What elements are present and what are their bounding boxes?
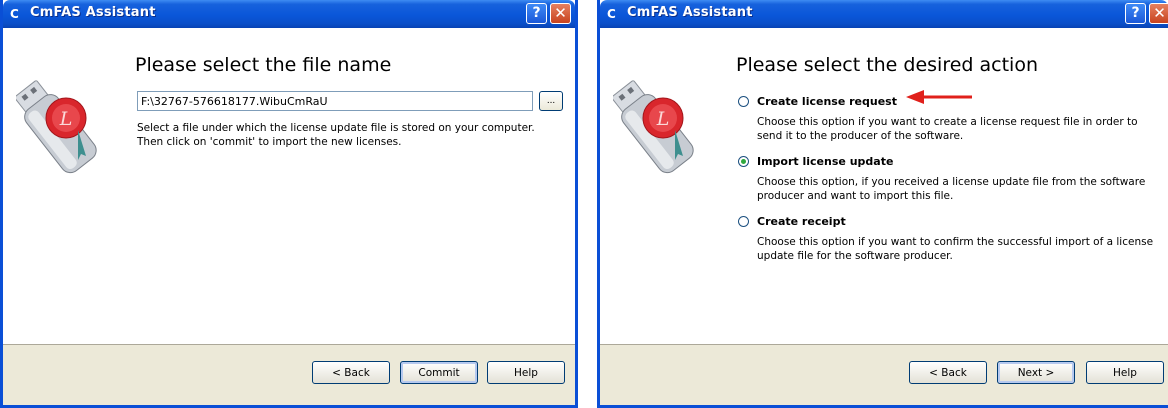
import-license-update-radio[interactable] [738, 156, 749, 167]
option-description: Choose this option if you want to confir… [757, 236, 1154, 262]
commit-button[interactable]: Commit [400, 361, 478, 384]
next-button[interactable]: Next > [997, 361, 1075, 384]
close-icon[interactable]: ✕ [550, 3, 571, 24]
button-bar: < Back Next > Help [600, 344, 1168, 405]
page-title: Please select the file name [135, 54, 392, 76]
help-button[interactable]: Help [1086, 361, 1164, 384]
window-title: CmFAS Assistant [627, 5, 753, 20]
title-bar[interactable]: C CmFAS Assistant ? ✕ [600, 0, 1168, 28]
svg-text:L: L [59, 108, 73, 130]
action-select-dialog: C CmFAS Assistant ? ✕ L Please select th… [597, 0, 1168, 408]
red-arrow-icon [906, 90, 972, 104]
file-select-dialog: C CmFAS Assistant ? ✕ L Please select th… [0, 0, 578, 408]
back-button[interactable]: < Back [312, 361, 390, 384]
file-row: ... [137, 91, 563, 111]
back-button[interactable]: < Back [909, 361, 987, 384]
usb-key-seal-icon: L [16, 80, 97, 174]
help-icon[interactable]: ? [1125, 3, 1146, 24]
app-icon: C [10, 7, 19, 21]
help-button[interactable]: Help [487, 361, 565, 384]
usb-key-seal-icon: L [613, 80, 694, 174]
option-description: Choose this option, if you received a li… [757, 176, 1146, 202]
title-bar[interactable]: C CmFAS Assistant ? ✕ [3, 0, 575, 28]
create-receipt-radio[interactable] [738, 216, 749, 227]
file-path-input[interactable] [137, 91, 533, 111]
option-label: Create receipt [757, 215, 846, 228]
button-bar: < Back Commit Help [3, 344, 575, 405]
window-title: CmFAS Assistant [30, 5, 156, 20]
close-icon[interactable]: ✕ [1149, 3, 1168, 24]
file-description: Select a file under which the license up… [137, 122, 535, 148]
app-icon: C [607, 7, 616, 21]
help-icon[interactable]: ? [526, 3, 547, 24]
option-label: Create license request [757, 95, 897, 108]
create-license-request-radio[interactable] [738, 96, 749, 107]
browse-button[interactable]: ... [539, 91, 563, 111]
page-title: Please select the desired action [736, 54, 1039, 76]
option-label: Import license update [757, 155, 894, 168]
svg-text:L: L [656, 108, 670, 130]
option-description: Choose this option if you want to create… [757, 116, 1138, 142]
